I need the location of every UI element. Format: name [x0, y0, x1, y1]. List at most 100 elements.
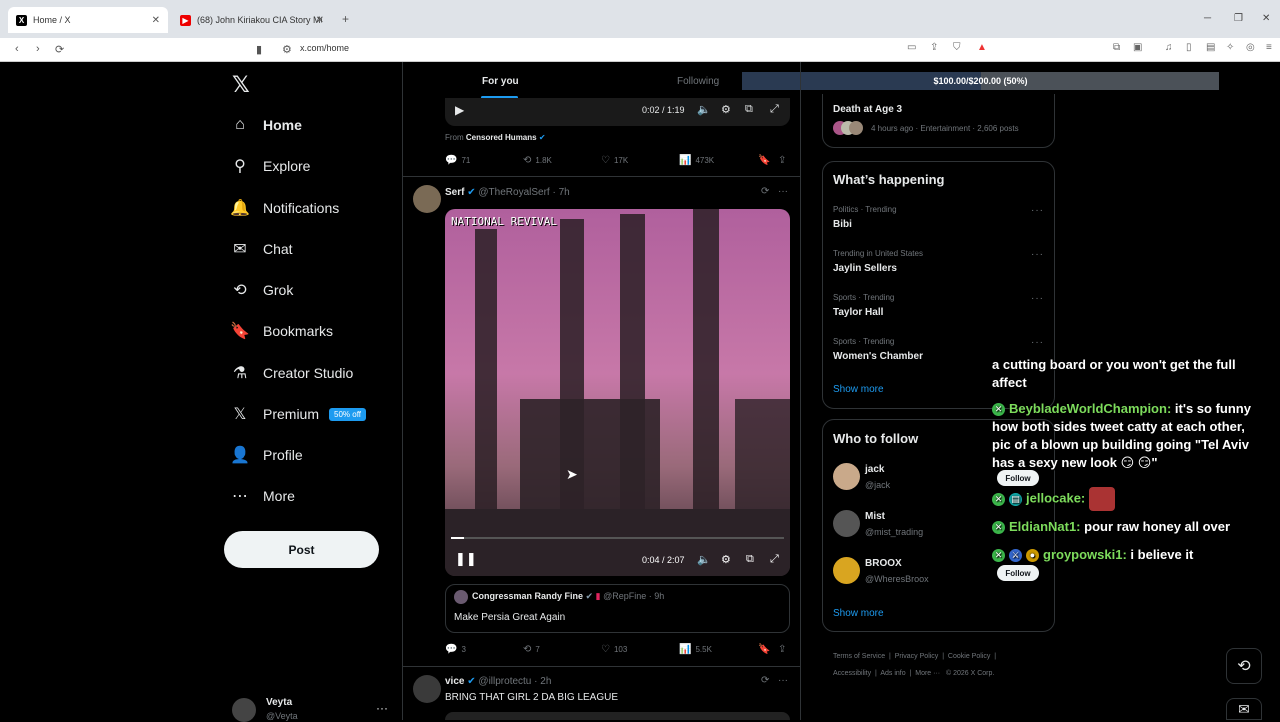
grok-float-button[interactable]: ⟲: [1226, 648, 1262, 684]
tab-for-you[interactable]: For you: [482, 76, 519, 87]
grok-icon[interactable]: ⟳: [761, 675, 769, 686]
follow-name[interactable]: jack: [865, 464, 884, 475]
show-more-follow-link[interactable]: Show more: [833, 608, 884, 619]
minimize-icon[interactable]: ─: [1204, 13, 1211, 24]
repost-button[interactable]: ⟲ 7: [523, 644, 540, 655]
tab-following[interactable]: Following: [677, 76, 719, 87]
close-window-icon[interactable]: ✕: [1262, 13, 1270, 24]
trend-more-icon[interactable]: ···: [1031, 249, 1044, 260]
play-icon[interactable]: ▶: [455, 103, 464, 117]
menu-icon[interactable]: ≡: [1266, 42, 1272, 53]
pause-icon[interactable]: ❚❚: [455, 551, 477, 567]
repost-button[interactable]: ⟲ 1.8K: [523, 155, 552, 166]
footer-link[interactable]: More ···: [915, 670, 940, 677]
puzzle-icon[interactable]: ▣: [1133, 42, 1142, 53]
views-button[interactable]: 📊 5.5K: [679, 644, 712, 655]
url-field[interactable]: x.com/home: [300, 43, 349, 53]
wallet-icon[interactable]: ▤: [1206, 42, 1215, 53]
trend-more-icon[interactable]: ···: [1031, 205, 1044, 216]
volume-icon[interactable]: 🔈: [697, 103, 711, 116]
sidebar-item-premium[interactable]: 𝕏 Premium 50% off: [230, 399, 366, 429]
reply-button[interactable]: 💬 71: [445, 155, 470, 166]
post-button[interactable]: Post: [224, 531, 379, 568]
author-name[interactable]: Serf: [445, 187, 464, 198]
video-player[interactable]: [445, 98, 790, 126]
sidebar-item-more[interactable]: ⋯ More: [230, 481, 295, 511]
show-more-trends-link[interactable]: Show more: [833, 384, 884, 395]
fullscreen-icon[interactable]: ⤢: [770, 103, 779, 116]
sidebar-item-home[interactable]: ⌂ Home: [230, 110, 302, 140]
bookmark-button[interactable]: 🔖: [758, 155, 774, 166]
share-button[interactable]: ⇪: [778, 644, 790, 655]
restore-icon[interactable]: ❐: [1234, 13, 1243, 24]
close-tab-icon[interactable]: ✕: [152, 15, 160, 26]
more-options-icon[interactable]: ···: [778, 675, 788, 686]
fullscreen-icon[interactable]: ⤢: [770, 553, 779, 566]
trend-name[interactable]: Bibi: [833, 219, 852, 230]
trend-more-icon[interactable]: ···: [1031, 337, 1044, 348]
reload-icon[interactable]: ⟳: [55, 43, 64, 56]
footer-link[interactable]: Privacy Policy: [895, 653, 939, 660]
video-player[interactable]: NATIONAL REVIVAL ❚❚ 0:04 / 2:07 🔈 ⚙ ⧉ ⤢: [445, 209, 790, 576]
views-button[interactable]: 📊 473K: [679, 155, 714, 166]
back-icon[interactable]: ‹: [15, 43, 19, 55]
sidebar-item-bookmarks[interactable]: 🔖 Bookmarks: [230, 316, 333, 346]
follow-name[interactable]: Mist: [865, 511, 885, 522]
author-handle[interactable]: @TheRoyalSerf: [478, 187, 549, 198]
settings-icon[interactable]: ⚙: [721, 103, 731, 116]
shield-icon[interactable]: ⛉: [953, 42, 961, 53]
follow-button[interactable]: Follow: [997, 565, 1039, 581]
trend-name[interactable]: Women's Chamber: [833, 351, 923, 362]
music-icon[interactable]: ♫: [1165, 42, 1173, 53]
x-logo-icon[interactable]: 𝕏: [232, 72, 250, 98]
footer-link[interactable]: Terms of Service: [833, 653, 885, 660]
from-name[interactable]: Censored Humans: [466, 133, 537, 142]
account-avatar[interactable]: [232, 698, 256, 722]
follow-avatar[interactable]: [833, 557, 860, 584]
share-button[interactable]: ⇪: [778, 155, 790, 166]
cast-icon[interactable]: ▭: [907, 42, 916, 53]
like-button[interactable]: ♡ 17K: [601, 155, 628, 166]
like-button[interactable]: ♡ 103: [601, 644, 627, 655]
grok-icon[interactable]: ⟳: [761, 186, 769, 197]
follow-name[interactable]: BROOX: [865, 558, 902, 569]
account-more-icon[interactable]: ···: [376, 701, 388, 715]
post-author-avatar[interactable]: [413, 675, 441, 703]
tab-youtube[interactable]: ▶ (68) John Kiriakou CIA Story Meme C ✕: [172, 7, 332, 33]
ai-icon[interactable]: ✧: [1226, 42, 1234, 53]
bookmark-page-icon[interactable]: ▮: [256, 43, 262, 56]
volume-icon[interactable]: 🔈: [697, 553, 711, 566]
reply-button[interactable]: 💬 3: [445, 644, 466, 655]
sidebar-item-profile[interactable]: 👤 Profile: [230, 440, 303, 470]
media-preview[interactable]: [445, 712, 790, 720]
settings-icon[interactable]: ⚙: [721, 553, 731, 566]
sidebar-item-explore[interactable]: ⚲ Explore: [230, 151, 310, 181]
trend-name[interactable]: Taylor Hall: [833, 307, 883, 318]
extensions-icon[interactable]: ⧉: [1113, 42, 1120, 53]
follow-button[interactable]: Follow: [997, 470, 1039, 486]
tab-x-home[interactable]: X Home / X ✕: [8, 7, 168, 33]
video-progress-track[interactable]: [451, 537, 784, 539]
author-handle[interactable]: @illprotectu: [478, 676, 531, 687]
new-tab-icon[interactable]: +: [342, 12, 349, 26]
sidebar-icon[interactable]: ▯: [1186, 42, 1192, 53]
vpn-icon[interactable]: ◎: [1246, 42, 1255, 53]
author-name[interactable]: vice: [445, 676, 464, 687]
top-trend-title[interactable]: Death at Age 3: [833, 104, 902, 115]
more-options-icon[interactable]: ···: [778, 186, 788, 197]
pip-icon[interactable]: ⧉: [745, 103, 753, 116]
share-icon[interactable]: ⇪: [930, 42, 938, 53]
follow-avatar[interactable]: [833, 463, 860, 490]
trend-more-icon[interactable]: ···: [1031, 293, 1044, 304]
sidebar-item-notifications[interactable]: 🔔 Notifications: [230, 193, 339, 223]
footer-link[interactable]: Ads info: [880, 670, 905, 677]
sidebar-item-chat[interactable]: ✉ Chat: [230, 234, 292, 264]
sidebar-item-grok[interactable]: ⟲ Grok: [230, 275, 293, 305]
trend-name[interactable]: Jaylin Sellers: [833, 263, 897, 274]
site-info-icon[interactable]: ⚙: [282, 43, 292, 56]
close-tab-icon[interactable]: ✕: [316, 15, 324, 26]
follow-avatar[interactable]: [833, 510, 860, 537]
sidebar-item-creator-studio[interactable]: ⚗ Creator Studio: [230, 358, 353, 388]
footer-link[interactable]: Cookie Policy: [948, 653, 990, 660]
forward-icon[interactable]: ›: [36, 43, 40, 55]
